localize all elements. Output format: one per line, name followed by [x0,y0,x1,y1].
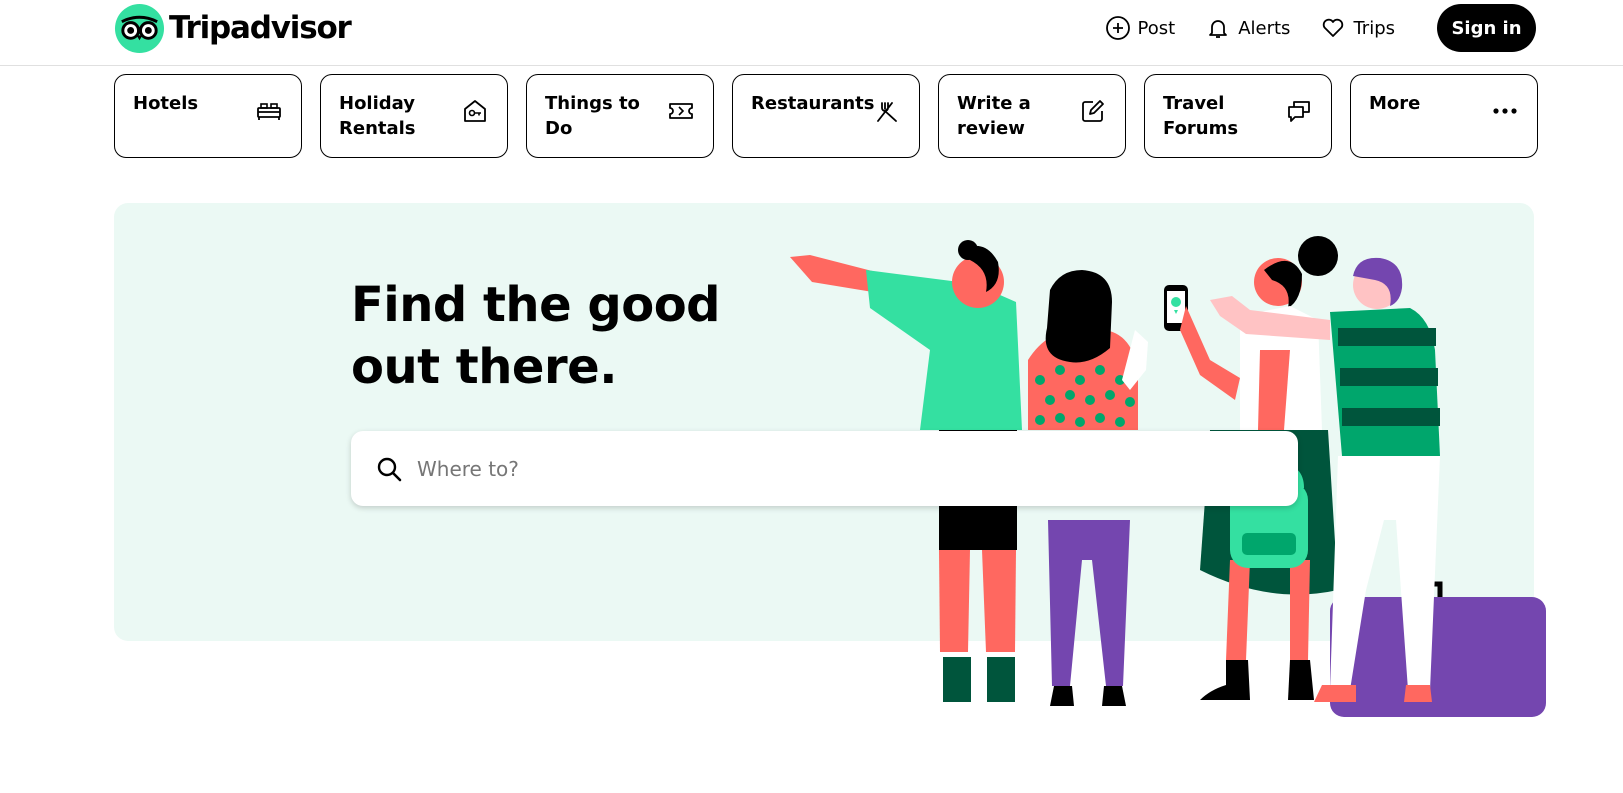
category-label: Restaurants [751,93,875,114]
category-label: Write a review [957,93,1031,139]
house-key-icon [464,100,486,122]
category-holiday-rentals[interactable]: Holiday Rentals [320,74,508,158]
top-header: Tripadvisor Post Alerts Trips Sign in [0,0,1623,66]
alerts-label: Alerts [1238,17,1291,39]
plus-circle-icon [1105,16,1130,40]
search-icon [377,457,402,481]
category-nav: Hotels Holiday Rentals Things to Do Rest… [114,74,1538,158]
hero-title: Find the good out there. [351,277,721,395]
trips-link[interactable]: Trips [1320,15,1395,41]
sign-in-button[interactable]: Sign in [1437,4,1536,52]
ticket-icon [669,103,693,119]
header-nav: Post Alerts Trips Sign in [1105,4,1623,52]
category-label: Hotels [133,93,199,114]
category-write-a-review[interactable]: Write a review [938,74,1126,158]
pencil-icon [1082,100,1104,122]
category-hotels[interactable]: Hotels [114,74,302,158]
logo-wordmark: Tripadvisor [169,10,352,46]
trips-label: Trips [1353,17,1395,39]
category-label: Holiday Rentals [339,93,416,139]
bell-icon [1209,20,1228,38]
category-label: Travel Forums [1163,93,1239,139]
category-more[interactable]: More [1350,74,1538,158]
post-link[interactable]: Post [1105,15,1176,41]
more-dots-icon [1493,108,1517,114]
category-restaurants[interactable]: Restaurants [732,74,920,158]
search-bar[interactable] [351,431,1298,506]
alerts-link[interactable]: Alerts [1205,15,1290,41]
category-label: More [1369,93,1421,114]
category-travel-forums[interactable]: Travel Forums [1144,74,1332,158]
post-label: Post [1137,17,1176,39]
chat-bubbles-icon [1288,101,1310,122]
fork-knife-icon [877,102,897,122]
owl-logo-icon [114,3,165,53]
category-things-to-do[interactable]: Things to Do [526,74,714,158]
tripadvisor-logo[interactable]: Tripadvisor [114,2,352,54]
bed-icon [257,103,281,120]
category-label: Things to Do [545,93,640,139]
search-input[interactable] [417,456,1237,481]
heart-icon [1323,18,1344,37]
